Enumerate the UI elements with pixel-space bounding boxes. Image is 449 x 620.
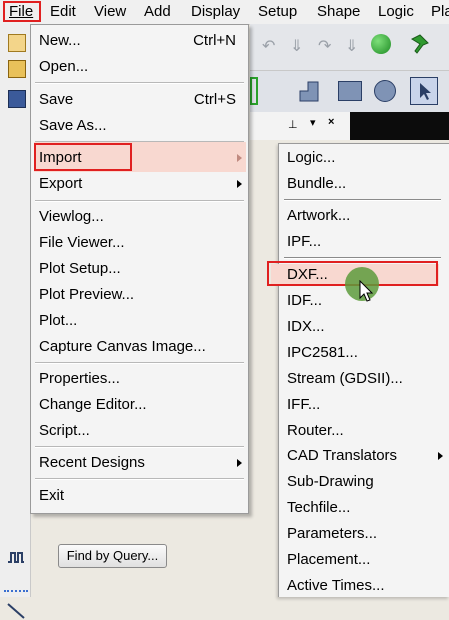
import-item-parameters[interactable]: Parameters... (287, 522, 377, 546)
menu-add[interactable]: Add (144, 3, 171, 20)
redo-icon[interactable]: ↷ (318, 36, 331, 56)
design-canvas[interactable] (350, 112, 449, 140)
waveform-icon[interactable] (6, 548, 26, 568)
menu-item-properties[interactable]: Properties... (39, 367, 120, 391)
menu-display[interactable]: Display (191, 3, 240, 20)
menu-item-file-viewer[interactable]: File Viewer... (39, 231, 125, 255)
menu-separator (35, 478, 244, 480)
import-item-cad-translators[interactable]: CAD Translators (287, 444, 397, 468)
menu-item-import[interactable]: Import (39, 146, 82, 170)
left-toolstrip (0, 24, 31, 619)
import-item-idf[interactable]: IDF... (287, 289, 322, 313)
dotted-divider (4, 590, 28, 592)
import-item-placement[interactable]: Placement... (287, 548, 370, 572)
menu-item-new[interactable]: New... (39, 29, 81, 53)
menu-separator (35, 362, 244, 364)
pin-panel-icon[interactable]: ⊥ (288, 118, 298, 131)
menu-item-recent-designs[interactable]: Recent Designs (39, 451, 145, 475)
recent-designs-arrow-icon (237, 459, 242, 467)
import-item-artwork[interactable]: Artwork... (287, 204, 350, 228)
import-item-ipf[interactable]: IPF... (287, 230, 321, 254)
save-shortcut: Ctrl+S (193, 91, 236, 108)
diagonal-line-icon[interactable] (6, 600, 26, 620)
step-shape-icon[interactable] (298, 79, 320, 103)
panel-dropdown-icon[interactable]: ▾ (310, 116, 316, 129)
menu-shape[interactable]: Shape (317, 3, 360, 20)
menu-item-viewlog[interactable]: Viewlog... (39, 205, 104, 229)
select-pointer-icon[interactable] (410, 77, 438, 105)
submenu-separator (284, 257, 441, 259)
find-by-query-button[interactable]: Find by Query... (58, 544, 167, 568)
cad-translators-arrow-icon (438, 452, 443, 460)
menu-item-script[interactable]: Script... (39, 419, 90, 443)
file-menu-annotation-box (3, 1, 41, 22)
menu-item-save[interactable]: Save (39, 88, 73, 112)
green-ball-icon[interactable] (371, 34, 391, 54)
import-item-dxf[interactable]: DXF... (287, 263, 328, 287)
menu-place[interactable]: Pla (431, 3, 449, 20)
import-item-router[interactable]: Router... (287, 419, 344, 443)
import-item-logic[interactable]: Logic... (287, 146, 335, 170)
menu-setup[interactable]: Setup (258, 3, 297, 20)
file-menu: New... Ctrl+N Open... Save Ctrl+S Save A… (30, 24, 249, 514)
menu-separator (35, 200, 244, 202)
menu-view[interactable]: View (94, 3, 126, 20)
menu-item-export[interactable]: Export (39, 172, 82, 196)
toolbar-shapes (250, 70, 449, 113)
undo-icon[interactable]: ↶ (262, 36, 275, 56)
menu-separator (35, 82, 244, 84)
menu-item-save-as[interactable]: Save As... (39, 114, 107, 138)
export-submenu-arrow-icon (237, 180, 242, 188)
import-item-sub-drawing[interactable]: Sub-Drawing (287, 470, 374, 494)
menu-item-open[interactable]: Open... (39, 55, 88, 79)
rectangle-shape-icon[interactable] (338, 81, 362, 101)
import-item-bundle[interactable]: Bundle... (287, 172, 346, 196)
import-item-techfile[interactable]: Techfile... (287, 496, 350, 520)
import-item-iff[interactable]: IFF... (287, 393, 320, 417)
mouse-pointer-icon (359, 280, 374, 302)
menu-bar: File Edit View Add Display Setup Shape L… (0, 0, 449, 25)
menu-item-exit[interactable]: Exit (39, 484, 64, 508)
open-folder-icon[interactable] (8, 60, 26, 78)
submenu-separator (284, 199, 441, 201)
new-shortcut: Ctrl+N (193, 32, 236, 49)
pin-icon[interactable] (408, 33, 432, 57)
import-item-ipc2581[interactable]: IPC2581... (287, 341, 358, 365)
menu-edit[interactable]: Edit (50, 3, 76, 20)
green-frame-icon[interactable] (250, 77, 258, 105)
down-arrow-icon[interactable]: ⇓ (290, 36, 303, 56)
import-item-stream[interactable]: Stream (GDSII)... (287, 367, 403, 391)
panel-header: ⊥ ▾ × (250, 112, 350, 140)
menu-item-change-editor[interactable]: Change Editor... (39, 393, 147, 417)
menu-item-capture-canvas[interactable]: Capture Canvas Image... (39, 335, 206, 359)
toolbar-top: ↶ ⇓ ↷ ⇓ (250, 24, 449, 70)
save-disk-icon[interactable] (8, 90, 26, 108)
menu-separator (35, 446, 244, 448)
circle-shape-icon[interactable] (374, 80, 396, 102)
import-submenu-arrow-icon (237, 154, 242, 162)
import-item-active-times[interactable]: Active Times... (287, 574, 385, 598)
panel-close-icon[interactable]: × (328, 116, 334, 128)
menu-item-plot-preview[interactable]: Plot Preview... (39, 283, 134, 307)
menu-logic[interactable]: Logic (378, 3, 414, 20)
new-file-icon[interactable] (8, 34, 26, 52)
down-arrow-icon-2[interactable]: ⇓ (345, 36, 358, 56)
import-submenu: Logic... Bundle... Artwork... IPF... DXF… (267, 143, 449, 598)
menu-item-plot-setup[interactable]: Plot Setup... (39, 257, 121, 281)
import-item-idx[interactable]: IDX... (287, 315, 325, 339)
menu-item-plot[interactable]: Plot... (39, 309, 77, 333)
